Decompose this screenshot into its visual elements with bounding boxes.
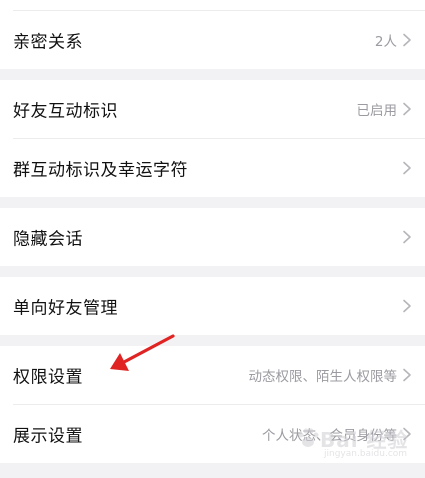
chevron-right-icon (403, 299, 411, 313)
row-group-interaction-badge[interactable]: 群互动标识及幸运字符 (0, 139, 425, 197)
settings-group-one-way-friends: 单向好友管理 (0, 277, 425, 335)
row-value: 个人状态、会员身份等 (262, 428, 397, 444)
chevron-right-icon (403, 230, 411, 244)
row-intimate-relationship[interactable]: 亲密关系 2人 (0, 11, 425, 69)
chevron-right-icon (403, 161, 411, 175)
row-value: 2人 (374, 34, 397, 50)
settings-screen: 亲密关系 2人 好友互动标识 已启用 群互动标识及幸运字符 隐藏会话 单向好友管… (0, 0, 425, 478)
row-friend-interaction-badge[interactable]: 好友互动标识 已启用 (0, 80, 425, 138)
settings-group-hidden-chats: 隐藏会话 (0, 208, 425, 266)
chevron-right-icon (403, 427, 411, 441)
row-one-way-friend-management[interactable]: 单向好友管理 (0, 277, 425, 335)
settings-group-interaction: 好友互动标识 已启用 群互动标识及幸运字符 (0, 80, 425, 197)
row-value: 已启用 (356, 103, 398, 119)
settings-group-intimacy: 亲密关系 2人 (0, 0, 425, 69)
row-permission-settings[interactable]: 权限设置 动态权限、陌生人权限等 (0, 346, 425, 404)
row-label: 权限设置 (13, 367, 83, 388)
row-label: 好友互动标识 (13, 101, 118, 122)
chevron-right-icon (403, 33, 411, 47)
chevron-right-icon (403, 368, 411, 382)
row-label: 单向好友管理 (13, 298, 118, 319)
row-label: 群互动标识及幸运字符 (13, 160, 188, 181)
row-label: 隐藏会话 (13, 229, 83, 250)
row-value: 动态权限、陌生人权限等 (248, 369, 398, 385)
row-display-settings[interactable]: 展示设置 个人状态、会员身份等 (0, 405, 425, 463)
settings-group-privacy: 权限设置 动态权限、陌生人权限等 展示设置 个人状态、会员身份等 (0, 346, 425, 463)
row-label: 展示设置 (13, 426, 83, 447)
chevron-right-icon (403, 102, 411, 116)
row-hidden-conversations[interactable]: 隐藏会话 (0, 208, 425, 266)
row-label: 亲密关系 (13, 32, 83, 53)
